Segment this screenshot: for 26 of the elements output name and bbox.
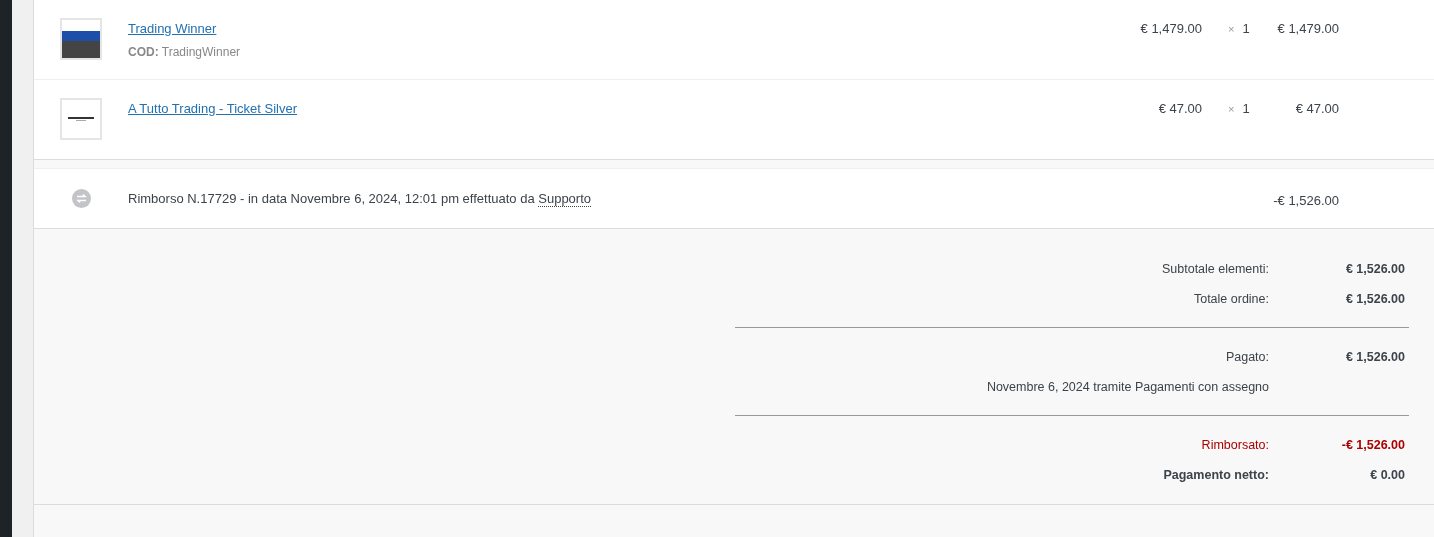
total-value: € 1,526.00 [1344, 350, 1406, 364]
refund-icon [71, 189, 91, 208]
refund-amount: -€ 1,526.00 [1272, 191, 1339, 208]
item-total: € 47.00 [1294, 100, 1339, 118]
product-link[interactable]: A Tutto Trading - Ticket Silver [128, 101, 298, 116]
item-quantity: × 1 [1228, 20, 1251, 38]
total-label: Totale ordine: [1192, 292, 1269, 306]
product-sku: COD: TradingWinner [128, 45, 242, 59]
total-label: Pagamento netto: [1162, 468, 1269, 482]
total-label: Rimborsato: [1200, 438, 1269, 452]
product-link[interactable]: Trading Winner [128, 21, 217, 36]
payment-note: Novembre 6, 2024 tramite Pagamenti con assegno [985, 380, 1269, 394]
total-value: -€ 1,526.00 [1340, 438, 1406, 452]
total-value: € 1,526.00 [1344, 292, 1406, 306]
item-total: € 1,479.00 [1276, 20, 1339, 38]
total-label: Pagato: [1224, 350, 1269, 364]
refund-description: Rimborso N.17729 - in data Novembre 6, 2024, 12:01 pm effettuato da Supporto [128, 191, 593, 206]
product-thumbnail [60, 18, 102, 60]
user-link[interactable]: Supporto [538, 191, 591, 207]
total-value: € 0.00 [1369, 468, 1406, 482]
item-cost: € 47.00 [1157, 100, 1202, 118]
item-quantity: × 1 [1228, 100, 1251, 118]
total-label: Subtotale elementi: [1161, 262, 1269, 276]
total-value: € 1,526.00 [1344, 262, 1406, 276]
item-cost: € 1,479.00 [1139, 20, 1202, 38]
logo-icon [68, 116, 94, 122]
